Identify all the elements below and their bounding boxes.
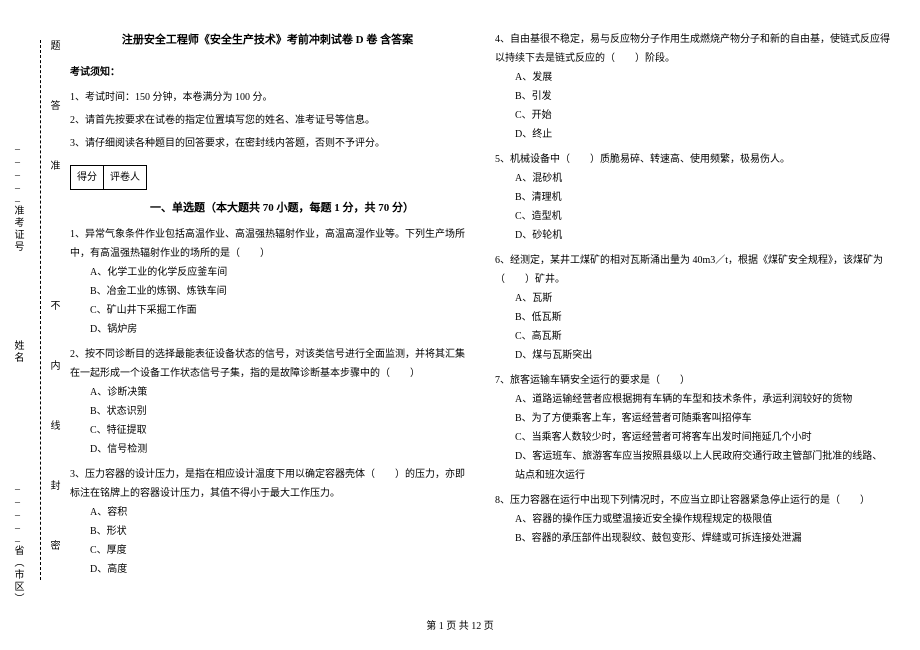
- q7-opt-a: A、道路运输经营者应根据拥有车辆的车型和技术条件，承运利润较好的货物: [495, 390, 890, 409]
- notice-1: 1、考试时间：150 分钟，本卷满分为 100 分。: [70, 88, 465, 107]
- q5-opt-b: B、清理机: [495, 188, 890, 207]
- q4-opt-a: A、发展: [495, 68, 890, 87]
- q5-opt-d: D、砂轮机: [495, 226, 890, 245]
- q6-opt-d: D、煤与瓦斯突出: [495, 346, 890, 365]
- q2-opt-b: B、状态识别: [70, 402, 465, 421]
- q1-stem: 1、异常气象条件作业包括高温作业、高温强热辐射作业，高温高湿作业等。下列生产场所…: [70, 225, 465, 263]
- seal-char-2: 封: [46, 480, 61, 492]
- left-column: 注册安全工程师《安全生产技术》考前冲刺试卷 D 卷 含答案 考试须知： 1、考试…: [70, 30, 465, 579]
- q7-opt-c: C、当乘客人数较少时，客运经营者可将客车出发时间拖延几个小时: [495, 428, 890, 447]
- q3-opt-c: C、厚度: [70, 541, 465, 560]
- q1-opt-b: B、冶金工业的炼钢、炼铁车间: [70, 282, 465, 301]
- vert-name: 姓名: [10, 340, 25, 364]
- seal-line: [40, 40, 41, 580]
- q2-opt-d: D、信号检测: [70, 440, 465, 459]
- page-content: 注册安全工程师《安全生产技术》考前冲刺试卷 D 卷 含答案 考试须知： 1、考试…: [70, 30, 900, 579]
- q3-opt-d: D、高度: [70, 560, 465, 579]
- q4-opt-c: C、开始: [495, 106, 890, 125]
- notice-3: 3、请仔细阅读各种题目的回答要求，在密封线内答题，否则不予评分。: [70, 134, 465, 153]
- q2-opt-c: C、特征提取: [70, 421, 465, 440]
- q7-opt-b: B、为了方便乘客上车，客运经营者可随乘客叫招停车: [495, 409, 890, 428]
- exam-title: 注册安全工程师《安全生产技术》考前冲刺试卷 D 卷 含答案: [70, 30, 465, 51]
- score-cell-grader: 评卷人: [104, 166, 146, 189]
- vert-admission: _____准考证号: [10, 140, 25, 253]
- q2-stem: 2、按不同诊断目的选择最能表征设备状态的信号，对该类信号进行全面监测，并将其汇集…: [70, 345, 465, 383]
- q8-opt-a: A、容器的操作压力或壁温接近安全操作规程规定的极限值: [495, 510, 890, 529]
- q6-stem: 6、经测定，某井工煤矿的相对瓦斯涌出量为 40m3／t，根据《煤矿安全规程》，该…: [495, 251, 890, 289]
- q8-opt-b: B、容器的承压部件出现裂纹、鼓包变形、焊缝或可拆连接处泄漏: [495, 529, 890, 548]
- q2-opt-a: A、诊断决策: [70, 383, 465, 402]
- q1-opt-a: A、化学工业的化学反应釜车间: [70, 263, 465, 282]
- q1-opt-d: D、锅炉房: [70, 320, 465, 339]
- q1-opt-c: C、矿山井下采掘工作面: [70, 301, 465, 320]
- section-1-title: 一、单选题（本大题共 70 小题，每题 1 分，共 70 分）: [150, 198, 414, 219]
- page-footer: 第 1 页 共 12 页: [0, 617, 920, 632]
- seal-char-1: 密: [46, 540, 61, 552]
- score-cell-score: 得分: [71, 166, 104, 189]
- q8-stem: 8、压力容器在运行中出现下列情况时，不应当立即让容器紧急停止运行的是（ ）: [495, 491, 890, 510]
- binding-margin: _____省（市区） 姓名 _____准考证号 密 封 线 内 不 答 准 题: [0, 0, 60, 610]
- notice-header: 考试须知：: [70, 63, 465, 82]
- seal-char-7: 准: [46, 160, 61, 172]
- q6-opt-b: B、低瓦斯: [495, 308, 890, 327]
- q4-opt-b: B、引发: [495, 87, 890, 106]
- q4-opt-d: D、终止: [495, 125, 890, 144]
- q4-stem: 4、自由基很不稳定，易与反应物分子作用生成燃烧产物分子和新的自由基，使链式反应得…: [495, 30, 890, 68]
- q5-opt-c: C、造型机: [495, 207, 890, 226]
- q7-stem: 7、旅客运输车辆安全运行的要求是（ ）: [495, 371, 890, 390]
- q6-opt-a: A、瓦斯: [495, 289, 890, 308]
- seal-char-4: 内: [46, 360, 61, 372]
- q3-opt-b: B、形状: [70, 522, 465, 541]
- seal-char-6: 答: [46, 100, 61, 112]
- q7-opt-d: D、客运班车、旅游客车应当按照县级以上人民政府交通行政主管部门批准的线路、站点和…: [495, 447, 890, 485]
- notice-2: 2、请首先按要求在试卷的指定位置填写您的姓名、准考证号等信息。: [70, 111, 465, 130]
- q3-opt-a: A、容积: [70, 503, 465, 522]
- q5-stem: 5、机械设备中（ ）质脆易碎、转速高、使用频繁，极易伤人。: [495, 150, 890, 169]
- q5-opt-a: A、混砂机: [495, 169, 890, 188]
- seal-char-8: 题: [46, 40, 61, 52]
- seal-char-3: 线: [46, 420, 61, 432]
- score-box: 得分 评卷人: [70, 165, 147, 190]
- q6-opt-c: C、高瓦斯: [495, 327, 890, 346]
- q3-stem: 3、压力容器的设计压力，是指在相应设计温度下用以确定容器壳体（ ）的压力，亦即标…: [70, 465, 465, 503]
- right-column: 4、自由基很不稳定，易与反应物分子作用生成燃烧产物分子和新的自由基，使链式反应得…: [495, 30, 890, 579]
- seal-char-5: 不: [46, 300, 61, 312]
- vert-province: _____省（市区）: [10, 480, 25, 605]
